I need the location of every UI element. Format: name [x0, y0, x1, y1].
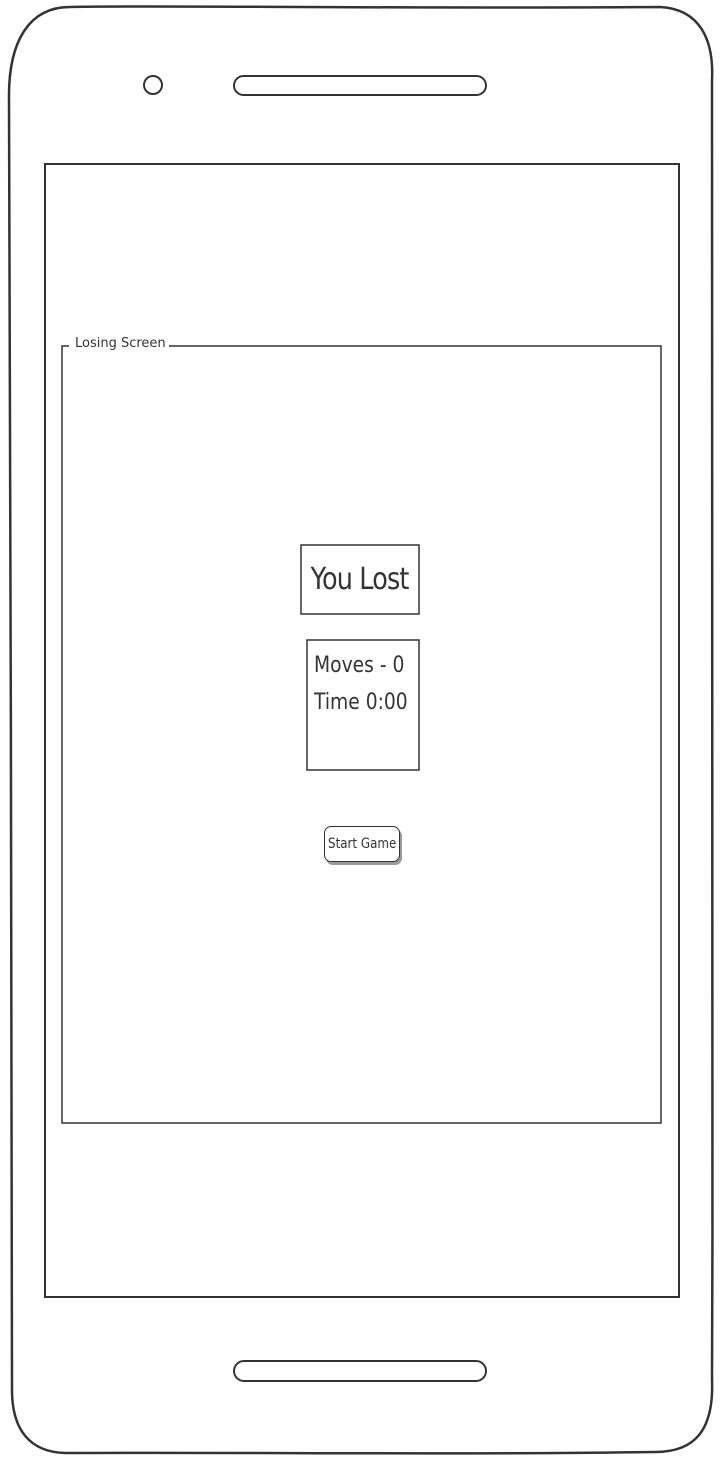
start-game-label: Start Game — [327, 836, 397, 852]
group-label: Losing Screen — [72, 335, 169, 353]
start-game-button[interactable]: Start Game — [324, 826, 400, 862]
home-bar-icon — [233, 1360, 487, 1382]
camera-icon — [143, 75, 163, 95]
result-title: You Lost — [311, 562, 410, 597]
elapsed-time: Time 0:00 — [314, 690, 408, 715]
result-title-box: You Lost — [300, 544, 420, 615]
moves-count: Moves - 0 — [314, 653, 405, 678]
speaker-icon — [233, 75, 487, 96]
stats-box: Moves - 0 Time 0:00 — [306, 639, 420, 771]
